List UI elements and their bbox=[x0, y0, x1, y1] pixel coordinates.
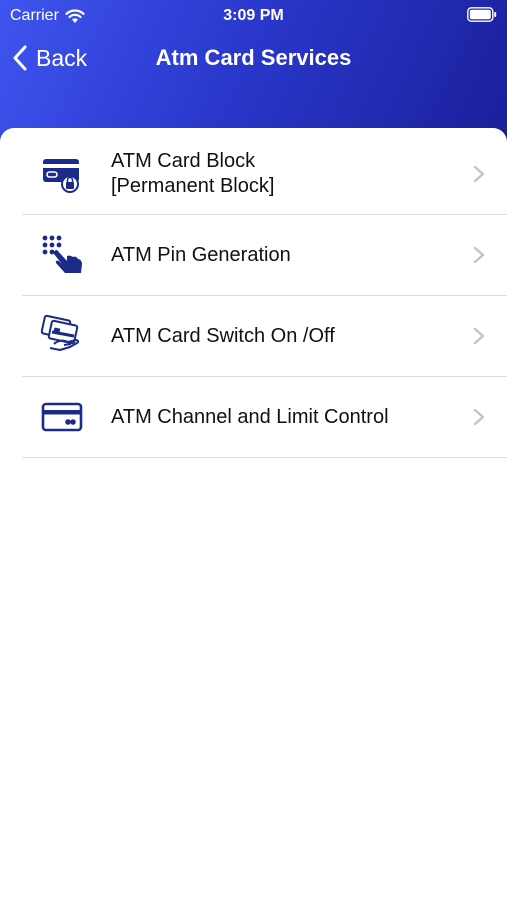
menu-item-label: ATM Card Switch On /Off bbox=[111, 324, 335, 347]
menu-item-label: ATM Card Block [Permanent Block] bbox=[111, 149, 447, 199]
chevron-right-icon bbox=[473, 408, 485, 426]
menu-item-atm-channel-limit[interactable]: ATM Channel and Limit Control bbox=[22, 377, 507, 458]
status-bar: Carrier 3:09 PM bbox=[0, 0, 507, 30]
chevron-right-icon bbox=[473, 327, 485, 345]
card-in-hand-icon bbox=[40, 314, 84, 358]
keypad-touch-icon bbox=[40, 233, 84, 277]
menu-item-label: ATM Pin Generation bbox=[111, 243, 291, 266]
card-icon bbox=[40, 395, 84, 439]
menu-item-subtitle: [Permanent Block] bbox=[111, 175, 275, 197]
menu-item-atm-card-switch[interactable]: ATM Card Switch On /Off bbox=[22, 296, 507, 377]
menu-item-atm-card-block[interactable]: ATM Card Block [Permanent Block] bbox=[22, 134, 507, 215]
menu-item-atm-pin-generation[interactable]: ATM Pin Generation bbox=[22, 215, 507, 296]
menu-item-label: ATM Channel and Limit Control bbox=[111, 405, 389, 428]
card-lock-icon bbox=[40, 152, 84, 196]
chevron-right-icon bbox=[473, 165, 485, 183]
content-panel: ATM Card Block [Permanent Block] ATM Pin bbox=[0, 128, 507, 900]
navigation-bar: Back Atm Card Services bbox=[0, 38, 507, 78]
page-title: Atm Card Services bbox=[155, 45, 352, 70]
status-time: 3:09 PM bbox=[223, 7, 284, 24]
services-list: ATM Card Block [Permanent Block] ATM Pin bbox=[22, 134, 507, 458]
chevron-right-icon bbox=[473, 246, 485, 264]
battery-icon bbox=[467, 7, 497, 22]
menu-item-title: ATM Card Block bbox=[111, 150, 256, 172]
